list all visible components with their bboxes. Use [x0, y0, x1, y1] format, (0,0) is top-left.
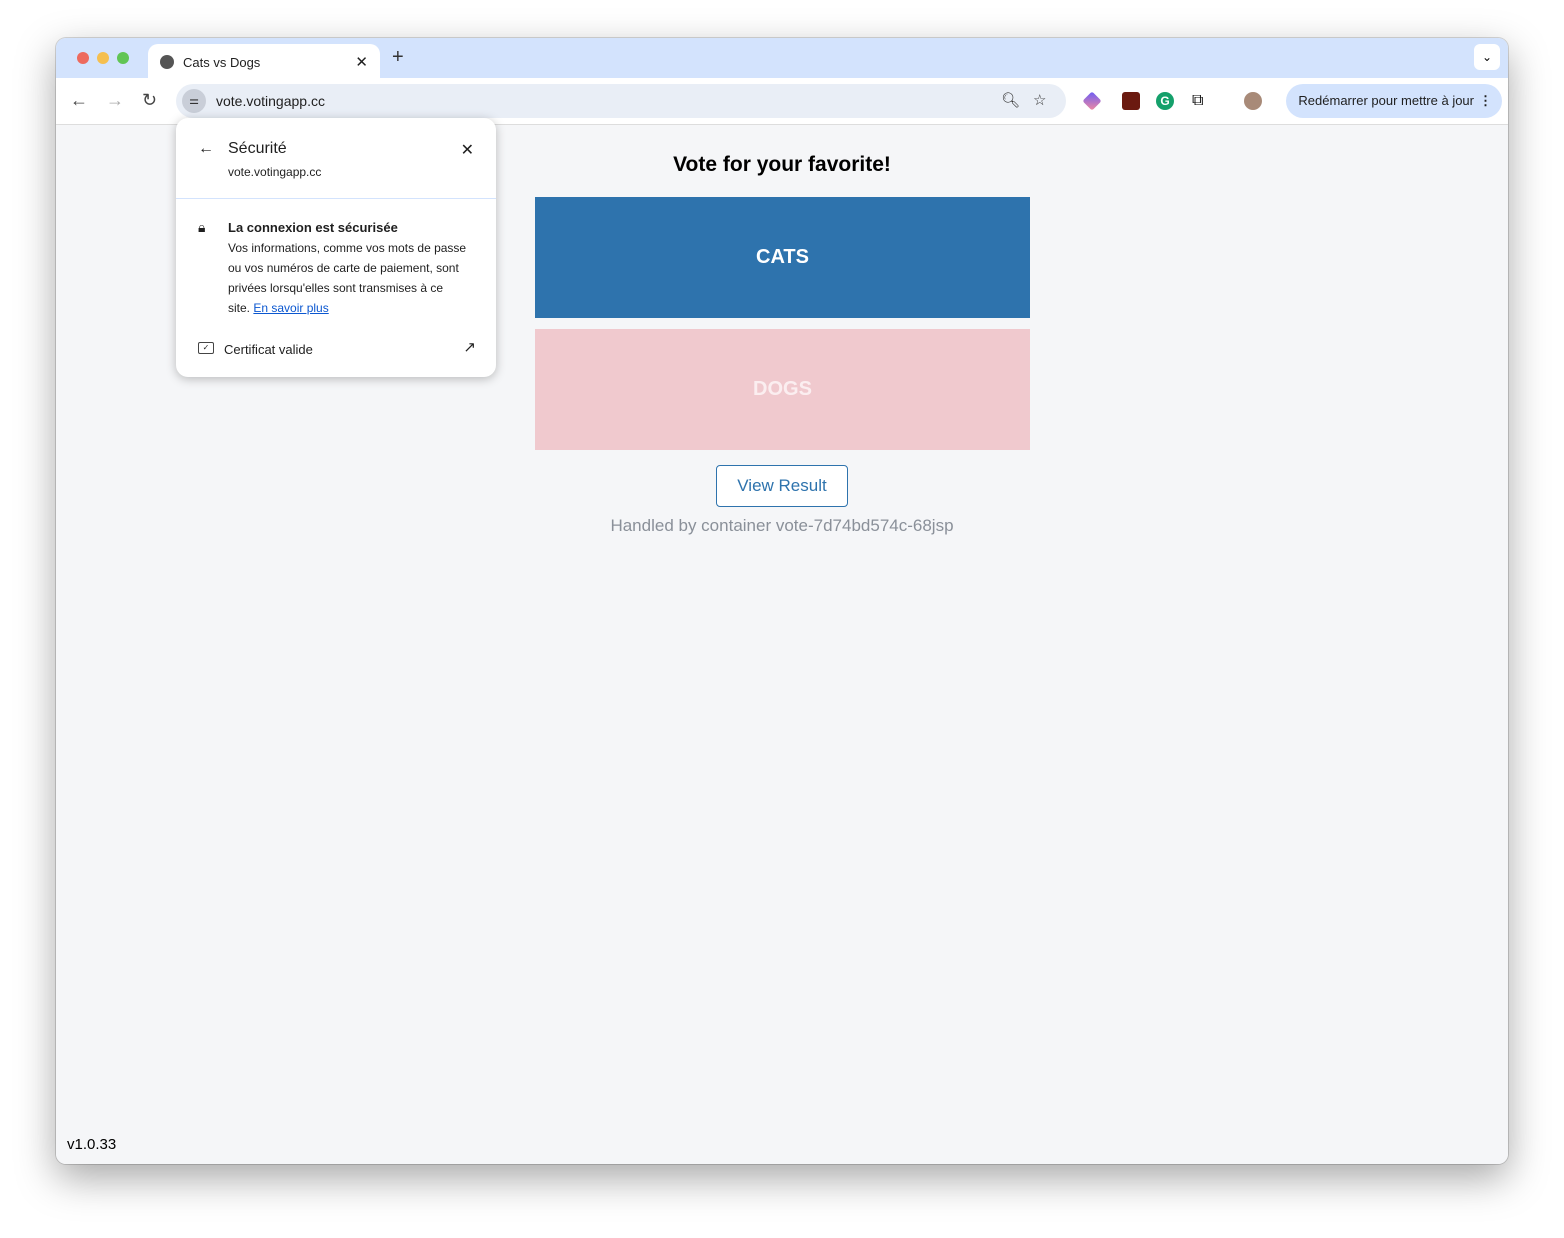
- url-text[interactable]: vote.votingapp.cc: [216, 93, 325, 109]
- reload-button[interactable]: ↻: [142, 90, 157, 111]
- tab-bar: Cats vs Dogs ✕ + ⌄: [56, 38, 1508, 80]
- popup-title: Sécurité: [228, 140, 287, 157]
- address-bar[interactable]: ⚌ vote.votingapp.cc 🔍︎ ☆: [176, 84, 1066, 118]
- site-info-icon[interactable]: ⚌: [182, 89, 206, 113]
- security-popup: ← Sécurité vote.votingapp.cc ✕ 🔒︎ La con…: [176, 118, 496, 377]
- tab-cats-vs-dogs[interactable]: Cats vs Dogs ✕: [148, 44, 380, 80]
- lock-icon: 🔒︎: [198, 219, 206, 235]
- vote-cats-button[interactable]: CATS: [535, 197, 1030, 318]
- container-info: Handled by container vote-7d74bd574c-68j…: [610, 516, 954, 535]
- minimize-window-button[interactable]: [97, 52, 109, 64]
- certificate-valid-item[interactable]: Certificat valide: [224, 342, 313, 357]
- connection-title: La connexion est sécurisée: [228, 220, 398, 235]
- extension-diamond-icon[interactable]: [1082, 91, 1102, 111]
- extension-dropper-icon[interactable]: [1122, 92, 1140, 110]
- back-button[interactable]: ←: [70, 90, 88, 111]
- maximize-window-button[interactable]: [117, 52, 129, 64]
- profile-avatar[interactable]: [1244, 92, 1262, 110]
- version-label: v1.0.33: [67, 1136, 117, 1153]
- back-arrow-icon[interactable]: ←: [198, 140, 214, 158]
- bookmark-star-icon[interactable]: ☆: [1033, 91, 1046, 109]
- grammarly-icon[interactable]: G: [1156, 92, 1174, 110]
- update-label: Redémarrer pour mettre à jour: [1298, 93, 1474, 108]
- close-window-button[interactable]: [77, 52, 89, 64]
- zoom-icon[interactable]: 🔍︎: [1001, 91, 1020, 109]
- menu-kebab-icon[interactable]: ⋮: [1479, 84, 1492, 118]
- learn-more-link[interactable]: En savoir plus: [253, 301, 328, 315]
- tab-title: Cats vs Dogs: [183, 54, 261, 70]
- forward-button[interactable]: →: [106, 90, 124, 111]
- close-tab-icon[interactable]: ✕: [355, 53, 368, 71]
- close-icon[interactable]: ✕: [461, 140, 474, 160]
- browser-window: Cats vs Dogs ✕ + ⌄ ← → ↻ ⚌ vote.votingap…: [56, 38, 1508, 1164]
- vote-dogs-button[interactable]: DOGS: [535, 329, 1030, 450]
- globe-icon: [160, 55, 174, 69]
- tab-search-button[interactable]: ⌄: [1474, 44, 1500, 70]
- popup-domain: vote.votingapp.cc: [228, 165, 322, 179]
- certificate-icon: ✓: [198, 342, 214, 354]
- new-tab-button[interactable]: +: [392, 46, 404, 69]
- divider: [176, 198, 496, 199]
- external-link-icon[interactable]: ↗: [463, 338, 476, 356]
- view-result-button[interactable]: View Result: [716, 465, 848, 507]
- update-button[interactable]: Redémarrer pour mettre à jour ⋮: [1286, 84, 1502, 118]
- connection-description: Vos informations, comme vos mots de pass…: [228, 238, 468, 318]
- extensions-puzzle-icon[interactable]: ⧉: [1192, 92, 1210, 110]
